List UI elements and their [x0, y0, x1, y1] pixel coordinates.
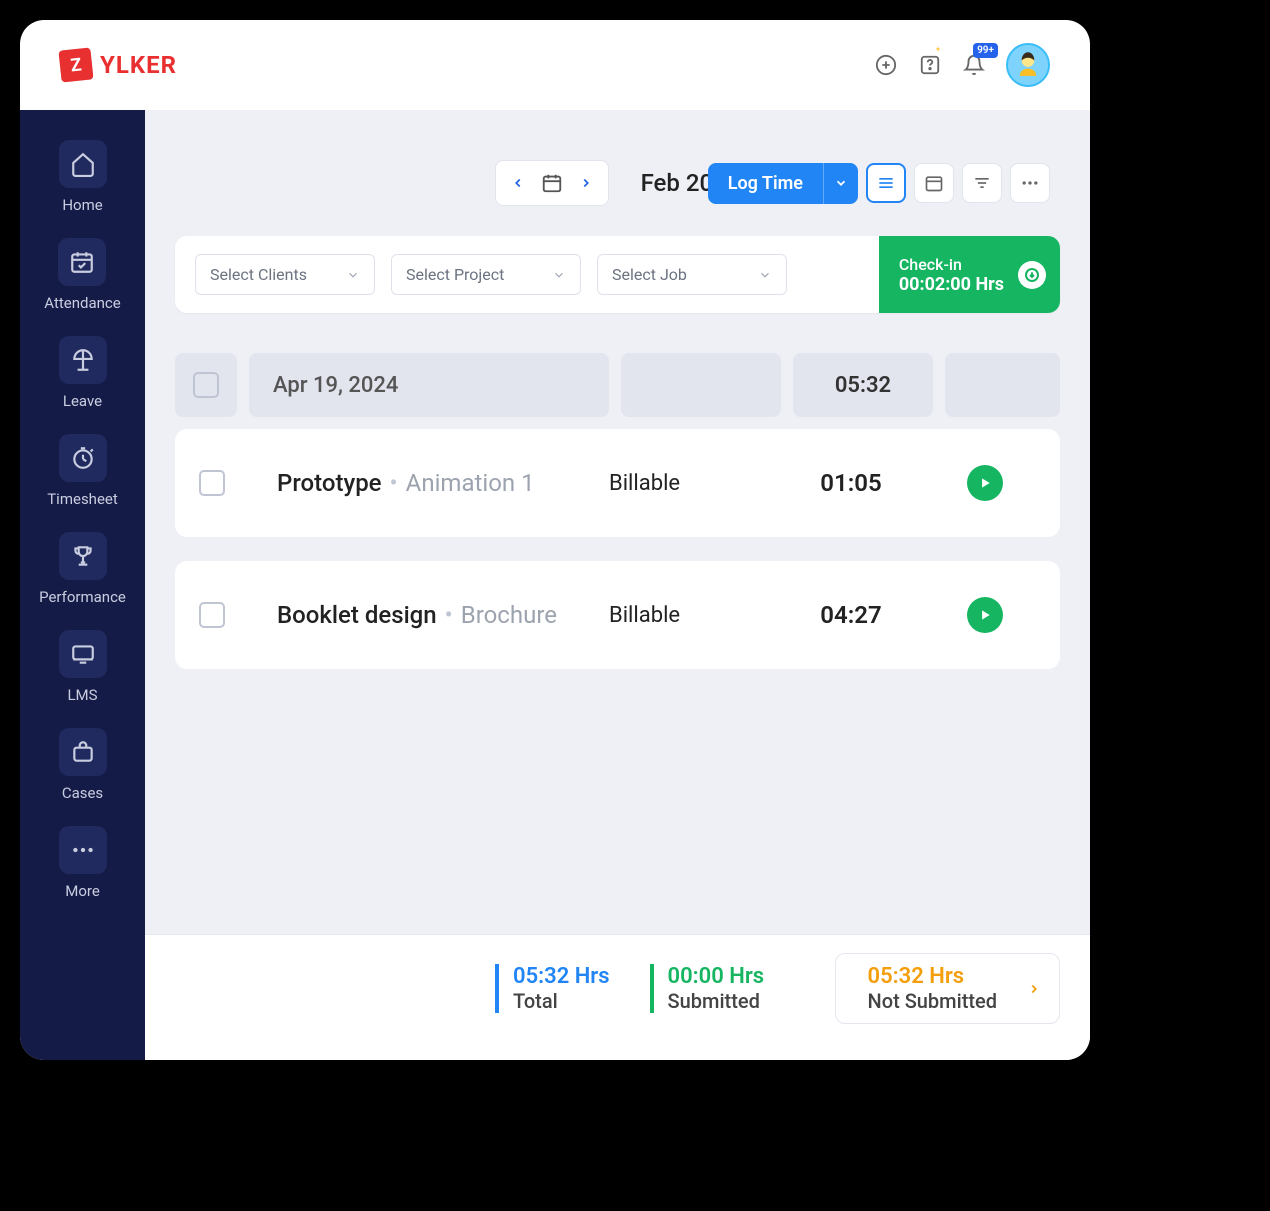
checkin-widget[interactable]: Check-in 00:02:00 Hrs	[879, 236, 1060, 313]
checkin-icon	[1018, 261, 1046, 289]
entry-billable: Billable	[609, 603, 769, 628]
next-button[interactable]	[572, 169, 600, 197]
date-group-header: Apr 19, 2024 05:32	[175, 353, 1060, 417]
select-project[interactable]: Select Project	[391, 254, 581, 295]
select-label: Select Clients	[210, 265, 307, 284]
calendar-icon[interactable]	[538, 169, 566, 197]
sidebar-item-timesheet[interactable]: Timesheet	[47, 434, 118, 508]
time-entry: Booklet design • Brochure Billable 04:27	[175, 561, 1060, 669]
entry-title-group: Prototype • Animation 1	[237, 469, 597, 497]
separator-dot: •	[390, 469, 398, 497]
sidebar-item-lms[interactable]: LMS	[59, 630, 107, 704]
entry-subname: Brochure	[461, 601, 557, 629]
app-frame: Z YLKER 99+	[20, 20, 1090, 1060]
checkin-label: Check-in	[899, 255, 1004, 274]
sidebar-item-label: More	[65, 882, 100, 900]
entry-name: Prototype	[277, 469, 382, 497]
entries-list: Apr 19, 2024 05:32 Prototype • Animation…	[145, 313, 1090, 669]
sidebar-item-home[interactable]: Home	[59, 140, 107, 214]
checkin-time: 00:02:00 Hrs	[899, 274, 1004, 295]
add-icon[interactable]	[874, 53, 898, 77]
entry-name: Booklet design	[277, 601, 437, 629]
list-view-button[interactable]	[866, 163, 906, 203]
sidebar: Home Attendance Leave Timesheet	[20, 110, 145, 1060]
metric-label: Not Submitted	[868, 989, 997, 1013]
sidebar-item-performance[interactable]: Performance	[39, 532, 126, 606]
leave-icon	[59, 336, 107, 384]
play-button[interactable]	[967, 597, 1003, 633]
topbar: Feb 2024 Log Time	[145, 110, 1090, 236]
not-submitted-button[interactable]: 05:32 Hrs Not Submitted	[835, 953, 1060, 1024]
entry-time: 01:05	[781, 469, 921, 497]
filter-button[interactable]	[962, 163, 1002, 203]
header: Z YLKER 99+	[20, 20, 1090, 110]
sidebar-item-label: Home	[62, 196, 102, 214]
select-job[interactable]: Select Job	[597, 254, 787, 295]
filter-row: Select Clients Select Project Select Job…	[175, 236, 1060, 313]
cases-icon	[59, 728, 107, 776]
header-actions: 99+	[874, 43, 1050, 87]
sidebar-item-label: Attendance	[44, 294, 120, 312]
log-time-dropdown[interactable]	[823, 163, 858, 204]
entry-billable: Billable	[609, 471, 769, 496]
performance-icon	[59, 532, 107, 580]
calendar-view-button[interactable]	[914, 163, 954, 203]
blank-cell	[945, 353, 1060, 417]
separator-dot: •	[445, 601, 453, 629]
time-entry: Prototype • Animation 1 Billable 01:05	[175, 429, 1060, 537]
sidebar-item-label: Cases	[62, 784, 103, 802]
sidebar-item-attendance[interactable]: Attendance	[44, 238, 120, 312]
metric-value: 00:00 Hrs	[668, 964, 765, 989]
entry-time: 04:27	[781, 601, 921, 629]
bell-icon[interactable]: 99+	[962, 53, 986, 77]
more-actions-button[interactable]	[1010, 163, 1050, 203]
date-total: 05:32	[793, 353, 933, 417]
select-label: Select Job	[612, 265, 687, 284]
footer-summary: 05:32 Hrs Total 00:00 Hrs Submitted 05:3…	[145, 934, 1090, 1060]
entry-checkbox[interactable]	[199, 470, 225, 496]
help-icon[interactable]	[918, 53, 942, 77]
sidebar-item-label: LMS	[67, 686, 97, 704]
select-clients[interactable]: Select Clients	[195, 254, 375, 295]
sidebar-item-more[interactable]: More	[59, 826, 107, 900]
entry-subname: Animation 1	[406, 469, 535, 497]
date-navigator	[495, 160, 609, 206]
chevron-right-icon	[1027, 982, 1041, 996]
logo-icon: Z	[58, 47, 93, 82]
metric-value: 05:32 Hrs	[868, 964, 997, 989]
prev-button[interactable]	[504, 169, 532, 197]
home-icon	[59, 140, 107, 188]
logo-text: YLKER	[100, 51, 177, 79]
avatar[interactable]	[1006, 43, 1050, 87]
attendance-icon	[58, 238, 106, 286]
entry-title-group: Booklet design • Brochure	[237, 601, 597, 629]
play-button[interactable]	[967, 465, 1003, 501]
notification-badge: 99+	[973, 43, 998, 58]
more-icon	[59, 826, 107, 874]
metric-submitted: 00:00 Hrs Submitted	[650, 964, 765, 1013]
sidebar-item-label: Performance	[39, 588, 126, 606]
body: Home Attendance Leave Timesheet	[20, 110, 1090, 1060]
sidebar-item-label: Leave	[63, 392, 102, 410]
metric-label: Total	[513, 989, 610, 1013]
metric-total: 05:32 Hrs Total	[495, 964, 610, 1013]
select-label: Select Project	[406, 265, 504, 284]
logo: Z YLKER	[60, 49, 177, 81]
date-label: Apr 19, 2024	[249, 353, 609, 417]
lms-icon	[59, 630, 107, 678]
metric-label: Submitted	[668, 989, 765, 1013]
metric-value: 05:32 Hrs	[513, 964, 610, 989]
blank-cell	[621, 353, 781, 417]
timesheet-icon	[59, 434, 107, 482]
select-all-checkbox[interactable]	[193, 372, 219, 398]
log-time-button[interactable]: Log Time	[708, 163, 823, 204]
topbar-actions: Log Time	[708, 163, 1050, 204]
sidebar-item-label: Timesheet	[47, 490, 118, 508]
sidebar-item-leave[interactable]: Leave	[59, 336, 107, 410]
sidebar-item-cases[interactable]: Cases	[59, 728, 107, 802]
entry-checkbox[interactable]	[199, 602, 225, 628]
main: Feb 2024 Log Time	[145, 110, 1090, 1060]
